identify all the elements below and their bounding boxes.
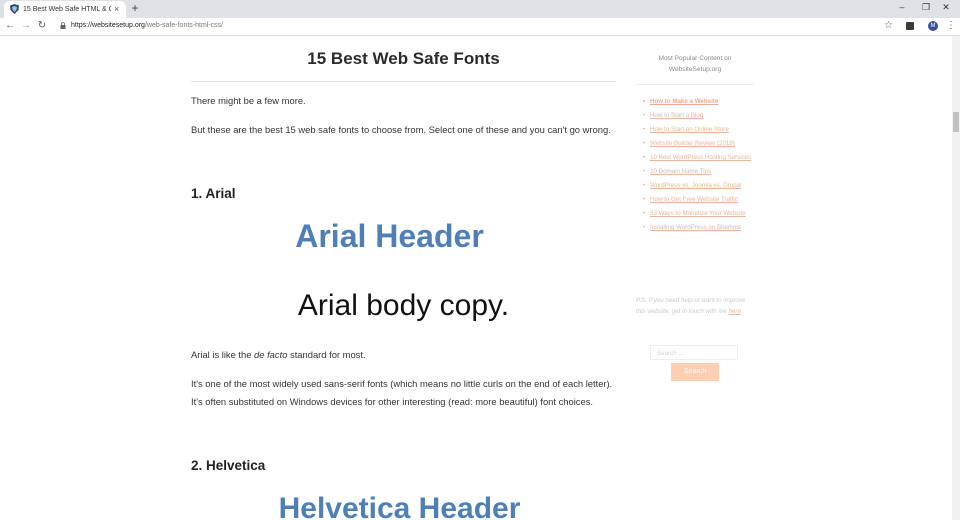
page-title: 15 Best Web Safe Fonts (307, 49, 500, 68)
arial-desc-italic: de facto (254, 349, 288, 360)
section-heading-helvetica: 2. Helvetica (191, 458, 266, 473)
tab-close-icon[interactable]: × (114, 3, 119, 15)
url-path: /web-safe-fonts-html-css/ (144, 22, 224, 29)
forward-icon[interactable]: → (20, 19, 32, 33)
sidebar-link-free-traffic[interactable]: How to Get Free Website Traffic (643, 195, 758, 205)
extension-icon[interactable] (906, 22, 914, 30)
tab-strip: 15 Best Web Safe HTML & CSS F × + – ❐ ✕ (0, 0, 960, 18)
sidebar-link-builder-review[interactable]: Website Builder Review (2019) (643, 139, 758, 149)
browser-toolbar: ← → ↻ https://websitesetup.org/web-safe-… (0, 18, 960, 36)
url-text: https://websitesetup.org/web-safe-fonts-… (71, 20, 223, 32)
back-icon[interactable]: ← (4, 19, 16, 33)
sidebar-link-monetize[interactable]: 33 Ways to Monetize Your Website (643, 209, 758, 219)
sidebar-divider (636, 84, 754, 85)
arial-desc-suffix: standard for most. (287, 349, 366, 360)
ps-contact-link[interactable]: here (729, 308, 741, 315)
sidebar-link-install-wp[interactable]: Installing WordPress on Bluehost (643, 223, 758, 233)
browser-tab[interactable]: 15 Best Web Safe HTML & CSS F × (4, 1, 126, 18)
new-tab-button[interactable]: + (129, 0, 141, 17)
section-heading-arial: 1. Arial (191, 186, 236, 201)
sidebar-link-domain-tips[interactable]: 10 Domain Name Tips (643, 167, 758, 177)
intro-paragraph-1: There might be a few more. (191, 95, 306, 106)
sidebar-link-wp-hosting[interactable]: 10 Best WordPress Hosting Services (643, 153, 758, 163)
sidebar-search-input[interactable]: Search ... (650, 345, 738, 360)
reload-icon[interactable]: ↻ (36, 19, 48, 33)
web-page: 15 Best Web Safe Fonts There might be a … (0, 36, 952, 520)
arial-demo-header: Arial Header (295, 218, 484, 254)
shield-favicon-icon (10, 4, 19, 14)
title-divider (191, 81, 616, 82)
arial-demo-body: Arial body copy. (297, 289, 510, 322)
ps-period: . (740, 307, 743, 315)
sidebar-link-online-store[interactable]: How to Start an Online Store (643, 125, 758, 135)
sidebar-title: Most Popular Content on WebsiteSetup.org (658, 55, 732, 73)
arial-description-1: Arial is like the de facto standard for … (191, 346, 616, 364)
bookmark-star-icon[interactable]: ☆ (884, 19, 893, 33)
sidebar-link-make-website[interactable]: How to Make a Website (643, 97, 758, 107)
arial-description-2: It's one of the most widely used sans-se… (191, 378, 613, 407)
profile-avatar[interactable]: M (928, 21, 938, 31)
sidebar-search-button[interactable]: Search (671, 363, 719, 381)
tab-title: 15 Best Web Safe HTML & CSS F (23, 6, 111, 13)
url-host: https://websitesetup.org (71, 22, 145, 29)
intro-paragraph-2: But these are the best 15 web safe fonts… (191, 124, 611, 135)
browser-menu-icon[interactable]: ⋮ (946, 19, 956, 33)
scrollbar-thumb[interactable] (953, 112, 959, 132)
close-window-button[interactable]: ✕ (932, 0, 960, 14)
ps-note: P.S. If you need help or want to improve… (636, 296, 748, 317)
sidebar-link-start-blog[interactable]: How to Start a Blog (643, 111, 758, 121)
popular-links-list: How to Make a Website How to Start a Blo… (643, 97, 758, 237)
sidebar-link-wp-vs-joomla[interactable]: WordPress vs. Joomla vs. Drupal (643, 181, 758, 191)
helvetica-demo-header: Helvetica Header (278, 492, 521, 520)
address-bar[interactable]: https://websitesetup.org/web-safe-fonts-… (58, 19, 898, 33)
page-scrollbar[interactable] (952, 36, 960, 520)
lock-icon (60, 22, 66, 29)
arial-desc-prefix: Arial is like the (191, 349, 255, 360)
